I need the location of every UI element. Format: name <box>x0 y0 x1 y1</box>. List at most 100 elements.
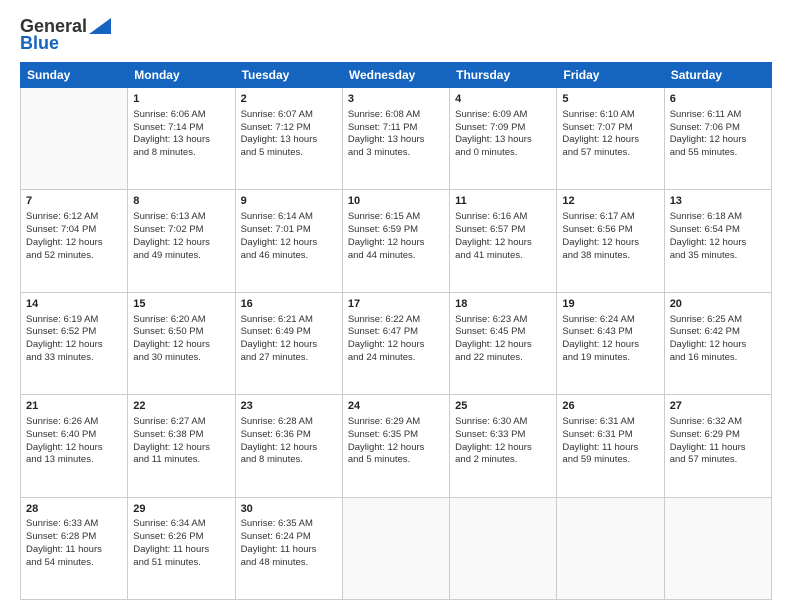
weekday-header-friday: Friday <box>557 63 664 88</box>
day-number: 16 <box>241 297 337 312</box>
calendar-cell-2-0: 14Sunrise: 6:19 AMSunset: 6:52 PMDayligh… <box>21 292 128 394</box>
calendar-cell-2-4: 18Sunrise: 6:23 AMSunset: 6:45 PMDayligh… <box>450 292 557 394</box>
cell-line-2: Daylight: 13 hours <box>241 134 337 147</box>
cell-line-3: and 8 minutes. <box>133 147 229 160</box>
cell-line-2: Daylight: 12 hours <box>348 339 444 352</box>
cell-line-3: and 52 minutes. <box>26 250 122 263</box>
day-number: 22 <box>133 399 229 414</box>
cell-line-2: Daylight: 12 hours <box>455 339 551 352</box>
weekday-header-saturday: Saturday <box>664 63 771 88</box>
cell-line-2: Daylight: 12 hours <box>348 442 444 455</box>
cell-line-1: Sunset: 7:06 PM <box>670 122 766 135</box>
cell-line-2: Daylight: 12 hours <box>562 134 658 147</box>
cell-line-3: and 55 minutes. <box>670 147 766 160</box>
day-number: 4 <box>455 92 551 107</box>
cell-line-0: Sunrise: 6:18 AM <box>670 211 766 224</box>
weekday-header-thursday: Thursday <box>450 63 557 88</box>
cell-line-1: Sunset: 6:42 PM <box>670 326 766 339</box>
cell-line-1: Sunset: 6:33 PM <box>455 429 551 442</box>
cell-line-3: and 44 minutes. <box>348 250 444 263</box>
calendar-cell-1-6: 13Sunrise: 6:18 AMSunset: 6:54 PMDayligh… <box>664 190 771 292</box>
cell-line-3: and 11 minutes. <box>133 454 229 467</box>
cell-line-1: Sunset: 6:57 PM <box>455 224 551 237</box>
calendar-cell-1-1: 8Sunrise: 6:13 AMSunset: 7:02 PMDaylight… <box>128 190 235 292</box>
cell-line-2: Daylight: 12 hours <box>241 339 337 352</box>
day-number: 14 <box>26 297 122 312</box>
calendar-cell-2-3: 17Sunrise: 6:22 AMSunset: 6:47 PMDayligh… <box>342 292 449 394</box>
day-number: 7 <box>26 194 122 209</box>
cell-line-3: and 57 minutes. <box>670 454 766 467</box>
cell-line-3: and 49 minutes. <box>133 250 229 263</box>
weekday-header-wednesday: Wednesday <box>342 63 449 88</box>
cell-line-2: Daylight: 12 hours <box>348 237 444 250</box>
calendar-cell-2-2: 16Sunrise: 6:21 AMSunset: 6:49 PMDayligh… <box>235 292 342 394</box>
calendar-cell-0-0 <box>21 88 128 190</box>
cell-line-3: and 24 minutes. <box>348 352 444 365</box>
calendar-row-3: 21Sunrise: 6:26 AMSunset: 6:40 PMDayligh… <box>21 395 772 497</box>
cell-line-3: and 41 minutes. <box>455 250 551 263</box>
cell-line-3: and 0 minutes. <box>455 147 551 160</box>
cell-line-3: and 16 minutes. <box>670 352 766 365</box>
cell-line-0: Sunrise: 6:21 AM <box>241 314 337 327</box>
cell-line-1: Sunset: 7:11 PM <box>348 122 444 135</box>
cell-line-0: Sunrise: 6:13 AM <box>133 211 229 224</box>
calendar-cell-1-2: 9Sunrise: 6:14 AMSunset: 7:01 PMDaylight… <box>235 190 342 292</box>
calendar-cell-2-5: 19Sunrise: 6:24 AMSunset: 6:43 PMDayligh… <box>557 292 664 394</box>
cell-line-2: Daylight: 12 hours <box>133 339 229 352</box>
cell-line-1: Sunset: 6:40 PM <box>26 429 122 442</box>
day-number: 15 <box>133 297 229 312</box>
cell-line-0: Sunrise: 6:35 AM <box>241 518 337 531</box>
cell-line-2: Daylight: 12 hours <box>455 237 551 250</box>
cell-line-2: Daylight: 12 hours <box>562 339 658 352</box>
day-number: 9 <box>241 194 337 209</box>
cell-line-3: and 59 minutes. <box>562 454 658 467</box>
day-number: 11 <box>455 194 551 209</box>
day-number: 17 <box>348 297 444 312</box>
cell-line-2: Daylight: 13 hours <box>348 134 444 147</box>
day-number: 21 <box>26 399 122 414</box>
cell-line-3: and 5 minutes. <box>241 147 337 160</box>
day-number: 27 <box>670 399 766 414</box>
cell-line-3: and 57 minutes. <box>562 147 658 160</box>
cell-line-2: Daylight: 11 hours <box>26 544 122 557</box>
day-number: 12 <box>562 194 658 209</box>
cell-line-0: Sunrise: 6:29 AM <box>348 416 444 429</box>
day-number: 26 <box>562 399 658 414</box>
cell-line-0: Sunrise: 6:30 AM <box>455 416 551 429</box>
cell-line-0: Sunrise: 6:31 AM <box>562 416 658 429</box>
cell-line-2: Daylight: 12 hours <box>26 339 122 352</box>
cell-line-3: and 46 minutes. <box>241 250 337 263</box>
cell-line-3: and 33 minutes. <box>26 352 122 365</box>
day-number: 24 <box>348 399 444 414</box>
cell-line-2: Daylight: 13 hours <box>133 134 229 147</box>
day-number: 6 <box>670 92 766 107</box>
cell-line-3: and 27 minutes. <box>241 352 337 365</box>
day-number: 3 <box>348 92 444 107</box>
calendar-cell-0-5: 5Sunrise: 6:10 AMSunset: 7:07 PMDaylight… <box>557 88 664 190</box>
cell-line-0: Sunrise: 6:32 AM <box>670 416 766 429</box>
weekday-header-row: SundayMondayTuesdayWednesdayThursdayFrid… <box>21 63 772 88</box>
cell-line-3: and 38 minutes. <box>562 250 658 263</box>
day-number: 23 <box>241 399 337 414</box>
cell-line-1: Sunset: 7:01 PM <box>241 224 337 237</box>
cell-line-0: Sunrise: 6:24 AM <box>562 314 658 327</box>
logo: General Blue <box>20 16 111 54</box>
cell-line-0: Sunrise: 6:15 AM <box>348 211 444 224</box>
cell-line-1: Sunset: 7:12 PM <box>241 122 337 135</box>
calendar-cell-4-2: 30Sunrise: 6:35 AMSunset: 6:24 PMDayligh… <box>235 497 342 599</box>
cell-line-0: Sunrise: 6:16 AM <box>455 211 551 224</box>
cell-line-2: Daylight: 12 hours <box>241 442 337 455</box>
calendar-cell-3-3: 24Sunrise: 6:29 AMSunset: 6:35 PMDayligh… <box>342 395 449 497</box>
cell-line-0: Sunrise: 6:22 AM <box>348 314 444 327</box>
cell-line-3: and 3 minutes. <box>348 147 444 160</box>
cell-line-2: Daylight: 11 hours <box>670 442 766 455</box>
calendar-cell-4-0: 28Sunrise: 6:33 AMSunset: 6:28 PMDayligh… <box>21 497 128 599</box>
calendar-cell-1-5: 12Sunrise: 6:17 AMSunset: 6:56 PMDayligh… <box>557 190 664 292</box>
day-number: 25 <box>455 399 551 414</box>
cell-line-0: Sunrise: 6:10 AM <box>562 109 658 122</box>
cell-line-1: Sunset: 6:38 PM <box>133 429 229 442</box>
cell-line-0: Sunrise: 6:25 AM <box>670 314 766 327</box>
cell-line-1: Sunset: 6:36 PM <box>241 429 337 442</box>
cell-line-2: Daylight: 11 hours <box>241 544 337 557</box>
calendar-cell-3-5: 26Sunrise: 6:31 AMSunset: 6:31 PMDayligh… <box>557 395 664 497</box>
